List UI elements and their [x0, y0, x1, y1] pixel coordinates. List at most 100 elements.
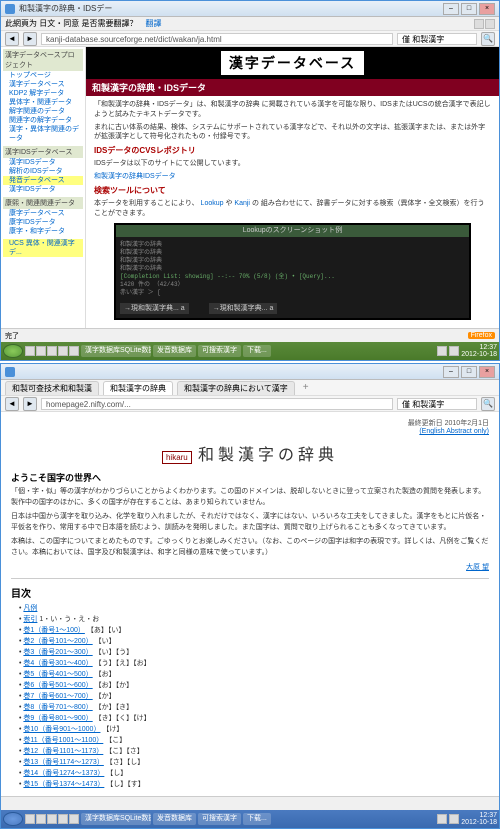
toc-item[interactable]: 巻15（番号1374～1473） 【し】【す】 [19, 779, 489, 790]
toc-item[interactable]: 凡例 [19, 603, 489, 614]
author-signature[interactable]: 大原 望 [11, 562, 489, 572]
search-field[interactable]: 僅 和製漢字 [397, 33, 477, 45]
back-button[interactable]: ◄ [5, 32, 19, 46]
search-button[interactable]: 🔍 [481, 32, 495, 46]
sidebar-item[interactable]: トップページ [3, 71, 83, 80]
toc-item[interactable]: 巻3（番号201～300） 【い】【う】 [19, 647, 489, 658]
titlebar-2[interactable]: – □ × [1, 364, 499, 380]
cvs-link[interactable]: 和製漢字の辞典IDSデータ [94, 173, 176, 180]
toolbar-icon[interactable] [485, 19, 495, 29]
toc-item[interactable]: 巻1（番号1～100） 【あ】【い】 [19, 625, 489, 636]
sidebar-item[interactable]: 漢字データベース [3, 80, 83, 89]
sidebar-item-active[interactable]: 発音データベース [3, 176, 83, 185]
tray-icon[interactable] [449, 814, 459, 824]
toc-list: 凡例索引 1・い・う・え・お巻1（番号1～100） 【あ】【い】巻2（番号101… [11, 603, 489, 790]
toc-item[interactable]: 巻14（番号1274～1373） 【し】 [19, 768, 489, 779]
taskbar-button[interactable]: 可搜索漢字 [198, 813, 241, 825]
sidebar-item[interactable]: 漢字IDSデータ [3, 158, 83, 167]
taskbar-button[interactable]: 漢字数据库SQLite数据 [81, 813, 151, 825]
sidebar-item[interactable]: 康字データベース [3, 209, 83, 218]
toc-item[interactable]: 巻7（番号601～700） 【か】 [19, 691, 489, 702]
browser-tab-active[interactable]: 和製漢字の辞典 [103, 381, 173, 395]
quicklaunch-icon[interactable] [36, 814, 46, 824]
toolbar-icon[interactable] [474, 19, 484, 29]
toc-item[interactable]: 巻6（番号501～600） 【お】【か】 [19, 680, 489, 691]
sidebar-item[interactable]: 漢字・異体字関連のデータ [3, 125, 83, 143]
search-button[interactable]: 🔍 [481, 397, 495, 411]
toc-item[interactable]: 巻11（番号1001～1100） 【こ】 [19, 735, 489, 746]
quicklaunch-icon[interactable] [58, 346, 68, 356]
toc-item[interactable]: 巻13（番号1174～1273） 【さ】【し】 [19, 757, 489, 768]
maximize-button[interactable]: □ [461, 366, 477, 378]
maximize-button[interactable]: □ [461, 3, 477, 15]
toc-item[interactable]: 巻12（番号1101～1173） 【こ】【さ】 [19, 746, 489, 757]
sidebar-item[interactable]: UCS 異体・関連漢字デ... [3, 239, 83, 257]
kanji-link[interactable]: Kanji [234, 200, 250, 207]
forward-button[interactable]: ► [23, 397, 37, 411]
tray-icon[interactable] [449, 346, 459, 356]
quicklaunch-icon[interactable] [36, 346, 46, 356]
sidebar-group-header[interactable]: 漢字データベースプロジェクト [3, 49, 83, 71]
english-link[interactable]: (English Abstract only) [11, 428, 489, 435]
sidebar-item[interactable]: 関連字の解字データ [3, 116, 83, 125]
toc-item[interactable]: 巻8（番号701～800） 【か】【き】 [19, 702, 489, 713]
clock[interactable]: 12:37 2012-10-18 [461, 812, 497, 826]
quicklaunch-icon[interactable] [69, 346, 79, 356]
toc-item[interactable]: 索引 1・い・う・え・お [19, 614, 489, 625]
start-button[interactable] [3, 812, 23, 826]
quicklaunch-icon[interactable] [25, 814, 35, 824]
heading-search: 検索ツールについて [94, 185, 491, 196]
new-tab-button[interactable]: + [303, 382, 309, 393]
quicklaunch-icon[interactable] [47, 814, 57, 824]
page-title: 和製漢字の辞典 [198, 441, 338, 465]
sidebar-group-header[interactable]: 漢字IDSデータベース [3, 146, 83, 158]
start-button[interactable] [3, 344, 23, 358]
minimize-button[interactable]: – [443, 3, 459, 15]
taskbar-button[interactable]: 发音数据库 [153, 813, 196, 825]
toc-item[interactable]: 巻2（番号101～200） 【い】 [19, 636, 489, 647]
status-bar: 完了 Firefox [1, 328, 499, 342]
titlebar-1[interactable]: 和製漢字の辞典・IDSデー – □ × [1, 1, 499, 17]
toc-item[interactable]: 巻10（番号901～1000） 【け】 [19, 724, 489, 735]
lookup-link[interactable]: Lookup [201, 200, 224, 207]
firefox-badge[interactable]: Firefox [468, 332, 495, 339]
close-button[interactable]: × [479, 366, 495, 378]
taskbar-button[interactable]: 下载... [243, 345, 271, 357]
search-field[interactable]: 僅 和製漢字 [397, 398, 477, 410]
terminal-input: →現和製漢字典... a [120, 303, 189, 315]
close-button[interactable]: × [479, 3, 495, 15]
quicklaunch-icon[interactable] [47, 346, 57, 356]
back-button[interactable]: ◄ [5, 397, 19, 411]
page-content-2: 最終更新日 2010年2月1日 (English Abstract only) … [1, 412, 499, 796]
sidebar-item[interactable]: 異体字・関連データ [3, 98, 83, 107]
sidebar-item[interactable]: 康字・和字データ [3, 227, 83, 236]
quicklaunch-icon[interactable] [58, 814, 68, 824]
taskbar-button[interactable]: 可搜索漢字 [198, 345, 241, 357]
taskbar-button[interactable]: 漢字数据库SQLite数据 [81, 345, 151, 357]
minimize-button[interactable]: – [443, 366, 459, 378]
forward-button[interactable]: ► [23, 32, 37, 46]
terminal-line: 1420 件の （42/43） [120, 281, 465, 289]
sidebar-item[interactable]: KDP2 解字データ [3, 89, 83, 98]
url-field[interactable]: kanji-database.sourceforge.net/dict/waka… [41, 33, 393, 45]
sidebar-item[interactable]: 康字IDSデータ [3, 218, 83, 227]
quicklaunch-icon[interactable] [25, 346, 35, 356]
sidebar-item[interactable]: 漢字IDSデータ [3, 185, 83, 194]
browser-tab[interactable]: 和製可查技术和和製漢 [5, 381, 99, 395]
sidebar-group-header[interactable]: 康熙・関連関連データ [3, 197, 83, 209]
update-info: 最終更新日 2010年2月1日 (English Abstract only) [11, 418, 489, 435]
toc-item[interactable]: 巻5（番号401～500） 【お】 [19, 669, 489, 680]
url-field[interactable]: homepage2.nifty.com/... [41, 398, 393, 410]
toc-item[interactable]: 巻9（番号801～900） 【き】【く】【け】 [19, 713, 489, 724]
browser-tab[interactable]: 和製漢字の辞典において漢字 [177, 381, 295, 395]
tray-icon[interactable] [437, 814, 447, 824]
sidebar-item[interactable]: 解字関連のデータ [3, 107, 83, 116]
taskbar-button[interactable]: 下载... [243, 813, 271, 825]
sidebar-item[interactable]: 解析のIDSデータ [3, 167, 83, 176]
translate-link[interactable]: 翻譯 [145, 18, 161, 29]
toc-item[interactable]: 巻4（番号301～400） 【う】【え】【お】 [19, 658, 489, 669]
clock[interactable]: 12:37 2012-10-18 [461, 344, 497, 358]
tray-icon[interactable] [437, 346, 447, 356]
quicklaunch-icon[interactable] [69, 814, 79, 824]
taskbar-button[interactable]: 发音数据库 [153, 345, 196, 357]
